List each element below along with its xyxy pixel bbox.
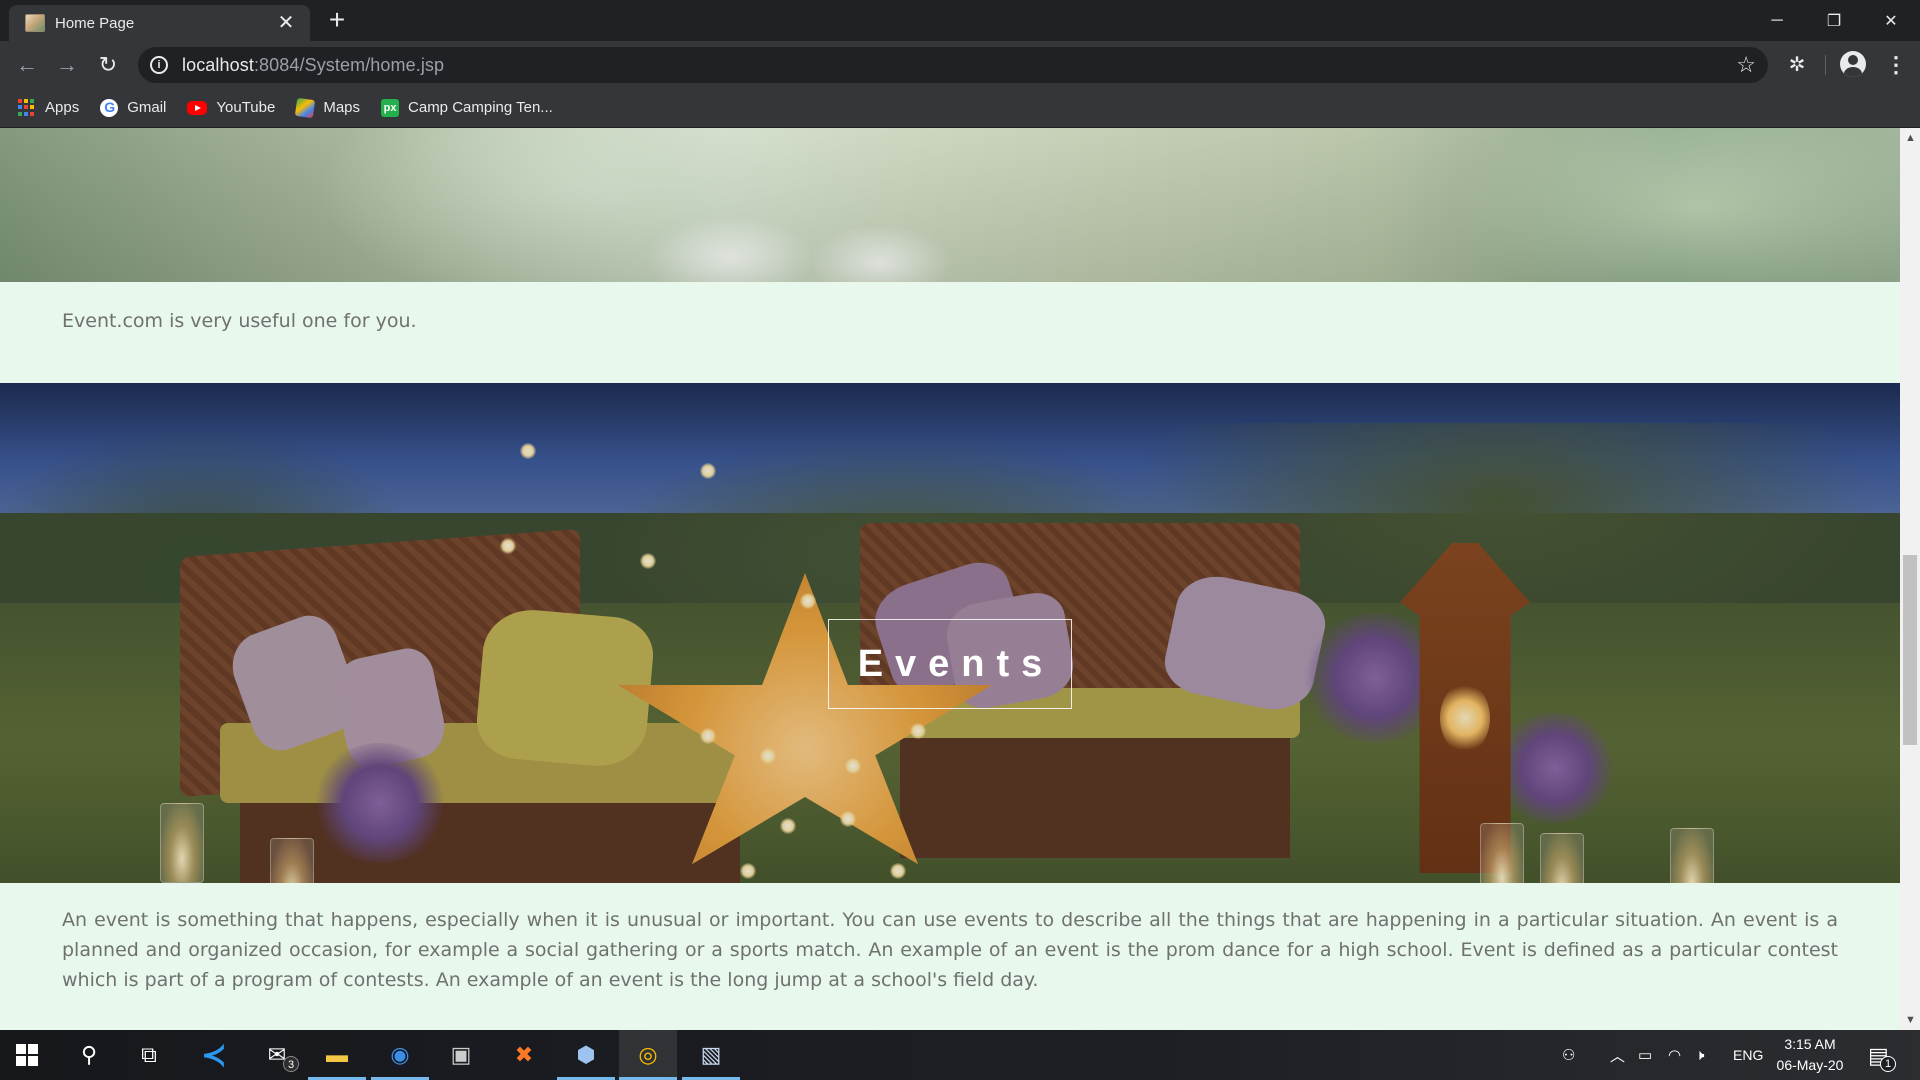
site-info-icon[interactable]: i: [150, 56, 168, 74]
clock-time: 3:15 AM: [1784, 1036, 1836, 1052]
url-path: :8084/System/home.jsp: [253, 54, 445, 75]
bookmark-camp[interactable]: px Camp Camping Ten...: [381, 98, 553, 117]
address-bar[interactable]: i localhost:8084/System/home.jsp ☆: [138, 47, 1768, 83]
notification-count-badge: 1: [1880, 1056, 1896, 1072]
extension-icon[interactable]: ✲: [1785, 53, 1809, 77]
task-view-icon[interactable]: ⧉: [132, 1038, 166, 1072]
wifi-icon[interactable]: ◠: [1668, 1030, 1681, 1080]
close-window-button[interactable]: ✕: [1863, 0, 1919, 41]
bookmark-label: Apps: [45, 99, 80, 116]
bookmark-gmail[interactable]: Gmail: [100, 98, 167, 117]
events-banner-image: Events: [0, 383, 1900, 883]
tab-close-icon[interactable]: ✕: [276, 13, 296, 33]
terminal-icon[interactable]: ▣: [444, 1038, 478, 1072]
minimize-button[interactable]: ─: [1749, 0, 1805, 41]
apps-grid-icon: [18, 98, 36, 117]
xampp-icon[interactable]: ✖: [507, 1038, 541, 1072]
firefox-icon[interactable]: ◉: [383, 1038, 417, 1072]
clock-date: 06-May-20: [1776, 1057, 1844, 1073]
tab-title: Home Page: [55, 14, 135, 32]
bookmark-label: Gmail: [127, 99, 167, 116]
bookmark-star-icon[interactable]: ☆: [1736, 52, 1756, 78]
page-favicon-icon: [25, 14, 45, 32]
browser-toolbar: ← → ↻ i localhost:8084/System/home.jsp ☆…: [0, 41, 1920, 88]
bookmark-label: Maps: [323, 99, 361, 116]
scrollbar-thumb[interactable]: [1903, 555, 1917, 745]
windows-start-icon[interactable]: [16, 1044, 38, 1066]
bookmark-apps[interactable]: Apps: [18, 98, 80, 117]
url-host: localhost: [182, 54, 254, 75]
profile-avatar-icon[interactable]: [1840, 51, 1866, 77]
browser-tab[interactable]: Home Page ✕: [9, 5, 310, 41]
reload-button[interactable]: ↻: [95, 52, 121, 78]
events-description: An event is something that happens, espe…: [62, 909, 1838, 991]
bookmark-label: YouTube: [216, 99, 276, 116]
maps-icon: [295, 97, 316, 118]
mail-count-badge: 3: [283, 1056, 299, 1072]
gmail-icon: [100, 98, 119, 117]
tab-strip: Home Page ✕ + ─ ❐ ✕: [0, 0, 1920, 41]
back-button[interactable]: ←: [14, 52, 40, 78]
vscode-icon[interactable]: ≺: [197, 1038, 231, 1072]
page-viewport: Event.com is very useful one for you. Ev…: [0, 128, 1900, 1030]
toolbar-divider: [1825, 55, 1826, 75]
new-tab-button[interactable]: +: [323, 6, 351, 34]
show-hidden-icons-icon[interactable]: ︿: [1610, 1030, 1625, 1080]
forward-button[interactable]: →: [54, 52, 80, 78]
bookmark-label: Camp Camping Ten...: [408, 99, 553, 116]
volume-muted-icon[interactable]: 🕨: [1695, 1030, 1704, 1080]
bookmark-youtube[interactable]: YouTube: [187, 99, 275, 116]
scroll-down-arrow-icon[interactable]: ▼: [1905, 1014, 1916, 1026]
events-heading-box: Events: [828, 619, 1072, 709]
language-indicator[interactable]: ENG: [1733, 1030, 1763, 1080]
browser-menu-icon[interactable]: ⋮: [1884, 53, 1908, 77]
chrome-icon[interactable]: ◎: [631, 1038, 665, 1072]
events-heading: Events: [857, 642, 1055, 685]
box-app-icon[interactable]: ⬢: [569, 1038, 603, 1072]
px-icon: px: [381, 98, 400, 117]
intro-text: Event.com is very useful one for you.: [62, 310, 417, 332]
url-text[interactable]: localhost:8084/System/home.jsp: [182, 55, 444, 76]
system-clock[interactable]: 3:15 AM 06-May-20: [1770, 1034, 1850, 1076]
search-icon[interactable]: ⚲: [72, 1038, 106, 1072]
battery-icon[interactable]: ▭: [1638, 1030, 1652, 1080]
people-icon[interactable]: ⚇: [1562, 1030, 1575, 1080]
page-scrollbar[interactable]: ▲ ▼: [1900, 128, 1920, 1030]
file-explorer-icon[interactable]: ▬: [320, 1038, 354, 1072]
top-banner-overlay: [0, 128, 1900, 282]
youtube-icon: [187, 100, 208, 115]
scroll-up-arrow-icon[interactable]: ▲: [1905, 132, 1916, 144]
restore-button[interactable]: ❐: [1806, 0, 1862, 41]
windows-taskbar: ⚲ ⧉ ≺ ✉ ▬ ◉ ▣ ✖ ⬢ ◎ ▧: [0, 1030, 1920, 1080]
bookmark-maps[interactable]: Maps: [295, 97, 361, 118]
photos-icon[interactable]: ▧: [694, 1038, 728, 1072]
bookmarks-bar: Apps Gmail YouTube Maps px Camp Camping …: [0, 88, 1920, 128]
